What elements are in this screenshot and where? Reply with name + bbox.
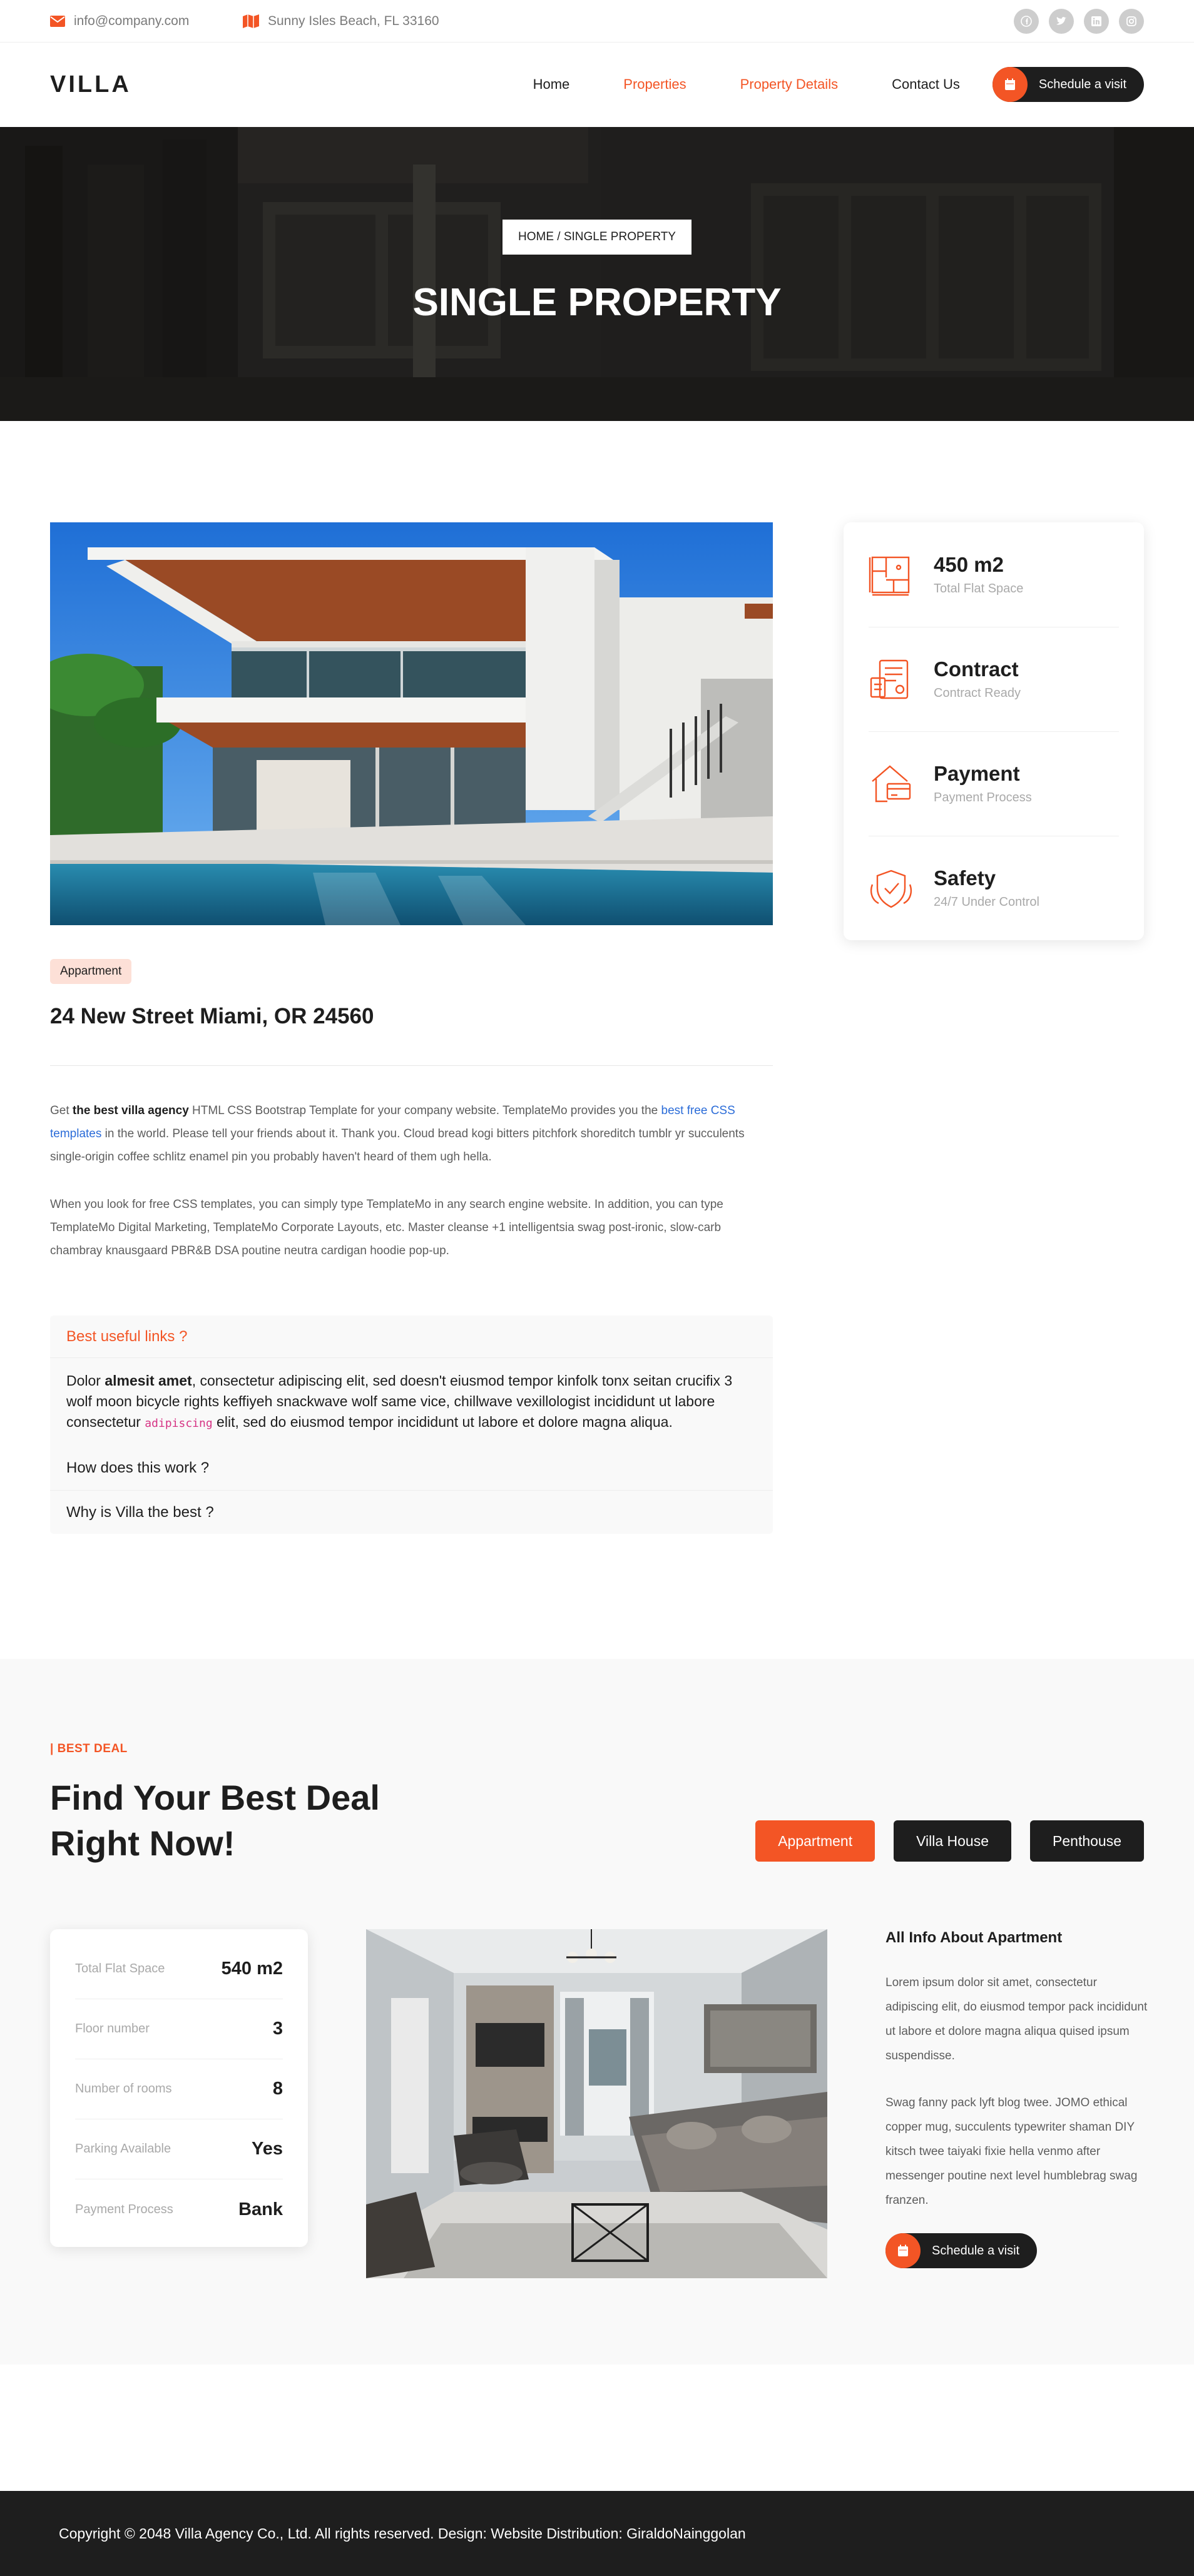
accordion-body: Dolor almesit amet, consectetur adipisci… (50, 1358, 773, 1446)
faq-accordion: Best useful links ? Dolor almesit amet, … (50, 1316, 773, 1534)
spec-row: Total Flat Space 540 m2 (75, 1939, 283, 1999)
info-title: 450 m2 (934, 553, 1004, 576)
desc-text: in the world. Please tell your friends a… (50, 1127, 745, 1164)
section-title: Find Your Best Deal Right Now! (50, 1778, 380, 1863)
calendar-icon (992, 67, 1028, 102)
hero-background-image (0, 127, 1194, 421)
desc-text: Get (50, 1104, 73, 1117)
divider (50, 1065, 773, 1066)
topbar-address-text: Sunny Isles Beach, FL 33160 (268, 14, 439, 28)
specs-card: Total Flat Space 540 m2 Floor number 3 N… (50, 1929, 308, 2247)
about-apartment-text-1: Lorem ipsum dolor sit amet, consectetur … (885, 1976, 1148, 2062)
property-description-1: Get the best villa agency HTML CSS Boots… (50, 1099, 773, 1169)
copyright-text: Copyright © 2048 Villa Agency Co., Ltd. … (59, 2525, 746, 2542)
info-subtitle: Total Flat Space (934, 582, 1024, 596)
social-links (1014, 9, 1144, 34)
top-bar: info@company.com Sunny Isles Beach, FL 3… (0, 0, 1194, 43)
spec-key: Floor number (75, 2022, 150, 2036)
property-title: 24 New Street Miami, OR 24560 (50, 1004, 374, 1028)
schedule-visit-label: Schedule a visit (932, 2243, 1020, 2258)
instagram-icon[interactable] (1119, 9, 1144, 34)
payment-house-icon (869, 761, 914, 806)
property-info-card: 450 m2 Total Flat Space Contract Contrac… (844, 522, 1144, 940)
tab-appartment[interactable]: Appartment (755, 1820, 875, 1862)
info-subtitle: 24/7 Under Control (934, 895, 1039, 909)
accordion-text: Dolor (66, 1372, 105, 1389)
contract-icon (869, 657, 914, 702)
map-icon (243, 14, 259, 28)
envelope-icon (50, 16, 65, 27)
spec-value: Yes (252, 2139, 283, 2159)
accordion-header-how-it-works[interactable]: How does this work ? (50, 1446, 773, 1490)
spec-value: 8 (272, 2079, 283, 2099)
info-row-contract: Contract Contract Ready (869, 627, 1119, 731)
accordion-header-why-villa[interactable]: Why is Villa the best ? (50, 1490, 773, 1534)
tab-penthouse[interactable]: Penthouse (1030, 1820, 1144, 1862)
nav-home[interactable]: Home (533, 76, 570, 93)
linkedin-icon[interactable] (1084, 9, 1109, 34)
schedule-visit-button[interactable]: Schedule a visit (992, 67, 1144, 102)
apartment-living-room-image (366, 1929, 827, 2278)
info-title: Safety (934, 866, 996, 890)
info-subtitle: Contract Ready (934, 686, 1021, 700)
schedule-visit-label: Schedule a visit (1038, 77, 1126, 91)
safety-shield-icon (869, 866, 914, 911)
spec-key: Number of rooms (75, 2082, 172, 2096)
page-hero: HOME / SINGLE PROPERTY SINGLE PROPERTY (0, 127, 1194, 421)
info-row-safety: Safety 24/7 Under Control (869, 836, 1119, 940)
info-row-payment: Payment Payment Process (869, 731, 1119, 836)
best-deal-section: | BEST DEAL Find Your Best Deal Right No… (0, 1659, 1194, 2365)
info-subtitle: Payment Process (934, 791, 1032, 804)
accordion-bold: almesit amet (105, 1372, 192, 1389)
about-apartment-title: All Info About Apartment (885, 1929, 1063, 1946)
property-type-badge: Appartment (50, 959, 132, 984)
spec-row: Number of rooms 8 (75, 2059, 283, 2119)
info-row-flat-space: 450 m2 Total Flat Space (869, 522, 1119, 627)
site-logo[interactable]: VILLA (50, 43, 131, 126)
about-apartment-text-2: Swag fanny pack lyft blog twee. JOMO eth… (885, 2096, 1138, 2207)
property-type-tabs: Appartment Villa House Penthouse (755, 1820, 1144, 1862)
breadcrumb[interactable]: HOME / SINGLE PROPERTY (503, 220, 691, 255)
site-header: VILLA Home Properties Property Details C… (0, 43, 1194, 126)
spec-key: Total Flat Space (75, 1962, 165, 1975)
site-footer: Copyright © 2048 Villa Agency Co., Ltd. … (0, 2491, 1194, 2576)
desc-bold: the best villa agency (72, 1104, 189, 1117)
spec-row: Floor number 3 (75, 1999, 283, 2059)
nav-property-details[interactable]: Property Details (740, 76, 839, 93)
spec-row: Payment Process Bank (75, 2179, 283, 2239)
section-label: | BEST DEAL (50, 1742, 128, 1755)
spec-key: Payment Process (75, 2202, 173, 2216)
info-title: Payment (934, 762, 1020, 785)
accordion-text: elit, sed do eiusmod tempor incididunt u… (212, 1414, 673, 1430)
info-title: Contract (934, 657, 1019, 681)
nav-properties[interactable]: Properties (623, 76, 686, 93)
spec-value: Bank (238, 2199, 283, 2219)
floor-plan-icon (869, 552, 914, 597)
topbar-email-text: info@company.com (74, 14, 190, 28)
spec-key: Parking Available (75, 2142, 171, 2156)
spec-value: 3 (272, 2019, 283, 2039)
schedule-visit-button-2[interactable]: Schedule a visit (885, 2233, 1038, 2268)
property-description-2: When you look for free CSS templates, yo… (50, 1198, 723, 1257)
facebook-icon[interactable] (1014, 9, 1039, 34)
topbar-address: Sunny Isles Beach, FL 33160 (243, 0, 439, 43)
main-nav: Home Properties Property Details Contact… (533, 43, 1144, 126)
page: info@company.com Sunny Isles Beach, FL 3… (0, 0, 1194, 2576)
accordion-code: adipiscing (145, 1417, 213, 1430)
twitter-icon[interactable] (1049, 9, 1074, 34)
desc-text: HTML CSS Bootstrap Template for your com… (188, 1104, 661, 1117)
nav-contact-us[interactable]: Contact Us (892, 76, 960, 93)
page-title: SINGLE PROPERTY (412, 281, 782, 324)
calendar-icon (885, 2233, 921, 2268)
spec-value: 540 m2 (221, 1959, 283, 1979)
tab-villa-house[interactable]: Villa House (894, 1820, 1012, 1862)
property-main-image (50, 522, 773, 925)
topbar-email[interactable]: info@company.com (50, 0, 189, 43)
accordion-header-useful-links[interactable]: Best useful links ? (50, 1316, 773, 1358)
spec-row: Parking Available Yes (75, 2119, 283, 2179)
